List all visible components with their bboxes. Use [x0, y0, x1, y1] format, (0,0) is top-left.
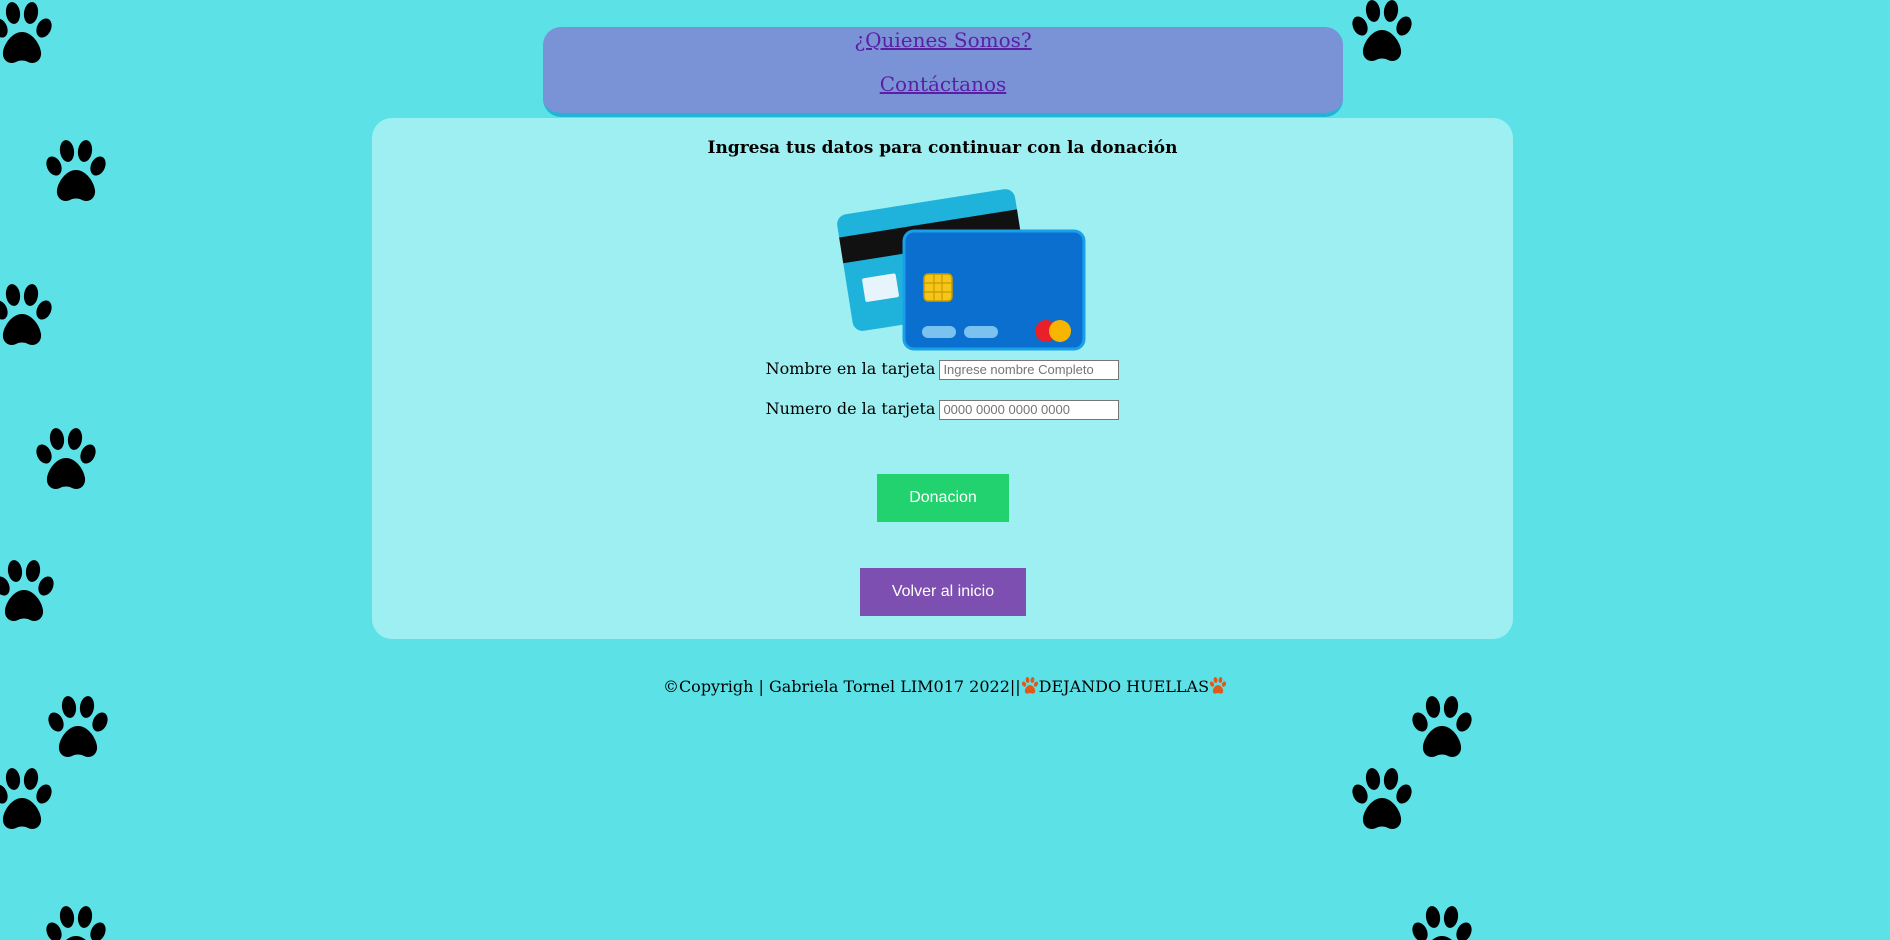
donation-form-panel: Ingresa tus datos para continuar con la …	[372, 118, 1513, 639]
paw-print-icon	[44, 906, 108, 940]
nav-link-about[interactable]: ¿Quienes Somos?	[543, 28, 1343, 52]
top-nav: ¿Quienes Somos? Contáctanos	[543, 27, 1343, 117]
donate-button[interactable]: Donacion	[877, 474, 1009, 522]
paw-print-icon	[1021, 677, 1039, 695]
paw-print-icon	[0, 284, 54, 350]
paw-print-icon	[44, 140, 108, 206]
card-number-input[interactable]	[939, 399, 1120, 420]
name-row: Nombre en la tarjeta	[372, 359, 1513, 380]
paw-print-icon	[1410, 906, 1474, 940]
credit-card-icon	[837, 189, 1086, 351]
number-row: Numero de la tarjeta	[372, 399, 1513, 420]
paw-print-icon	[0, 2, 54, 68]
page-title: Ingresa tus datos para continuar con la …	[707, 138, 1178, 158]
paw-print-icon	[0, 768, 54, 834]
page: ¿Quienes Somos? Contáctanos Ingresa tus …	[0, 0, 1890, 940]
paw-print-icon	[46, 696, 110, 762]
paw-print-icon	[1209, 677, 1227, 695]
paw-print-icon	[1350, 768, 1414, 834]
paw-print-icon	[1350, 0, 1414, 66]
copyright-text: ©Copyrigh | Gabriela Tornel LIM017 2022|…	[662, 677, 1021, 696]
brand-name: DEJANDO HUELLAS	[1038, 677, 1210, 696]
paw-print-icon	[34, 428, 98, 494]
footer: ©Copyrigh | Gabriela Tornel LIM017 2022|…	[0, 677, 1890, 696]
paw-print-icon	[1410, 696, 1474, 762]
number-label: Numero de la tarjeta	[765, 399, 936, 418]
back-home-button[interactable]: Volver al inicio	[860, 568, 1026, 616]
card-name-input[interactable]	[939, 359, 1120, 380]
name-label: Nombre en la tarjeta	[765, 359, 936, 378]
paw-print-icon	[0, 560, 56, 626]
nav-link-contact[interactable]: Contáctanos	[543, 72, 1343, 96]
